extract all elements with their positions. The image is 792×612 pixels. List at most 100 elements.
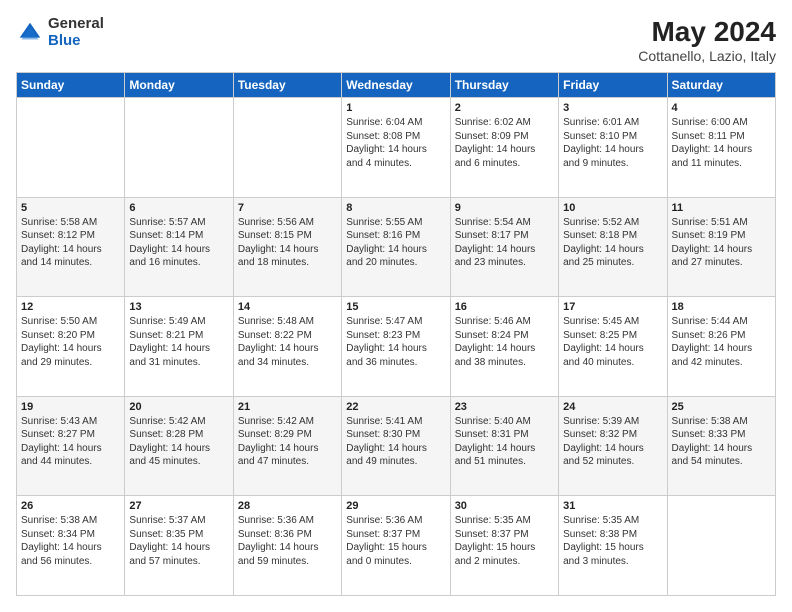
day-info: Sunrise: 5:58 AM Sunset: 8:12 PM Dayligh… [21,216,120,270]
day-info: Sunrise: 5:35 AM Sunset: 8:37 PM Dayligh… [455,514,554,568]
col-monday: Monday [125,73,233,98]
table-row: 10 Sunrise: 5:52 AM Sunset: 8:18 PM Dayli… [559,197,667,297]
day-number: 14 [238,301,337,313]
calendar-week-row: 26 Sunrise: 5:38 AM Sunset: 8:34 PM Dayli… [17,496,776,596]
day-number: 16 [455,301,554,313]
day-number: 1 [346,102,445,114]
col-tuesday: Tuesday [233,73,341,98]
table-row: 30 Sunrise: 5:35 AM Sunset: 8:37 PM Dayli… [450,496,558,596]
main-title: May 2024 [638,16,776,48]
day-number: 6 [129,202,228,214]
table-row: 26 Sunrise: 5:38 AM Sunset: 8:34 PM Dayli… [17,496,125,596]
day-number: 11 [672,202,771,214]
table-row: 4 Sunrise: 6:00 AM Sunset: 8:11 PM Daylig… [667,98,775,198]
day-number: 31 [563,500,662,512]
table-row [17,98,125,198]
day-info: Sunrise: 5:39 AM Sunset: 8:32 PM Dayligh… [563,415,662,469]
day-info: Sunrise: 5:43 AM Sunset: 8:27 PM Dayligh… [21,415,120,469]
day-info: Sunrise: 6:04 AM Sunset: 8:08 PM Dayligh… [346,116,445,170]
day-number: 29 [346,500,445,512]
day-info: Sunrise: 5:50 AM Sunset: 8:20 PM Dayligh… [21,315,120,369]
day-number: 27 [129,500,228,512]
table-row [125,98,233,198]
table-row: 20Sunrise: 5:42 AM Sunset: 8:28 PM Dayli… [125,396,233,496]
calendar-week-row: 1 Sunrise: 6:04 AM Sunset: 8:08 PM Daylig… [17,98,776,198]
table-row: 18Sunrise: 5:44 AM Sunset: 8:26 PM Dayli… [667,297,775,397]
col-saturday: Saturday [667,73,775,98]
table-row: 11 Sunrise: 5:51 AM Sunset: 8:19 PM Dayli… [667,197,775,297]
day-number: 25 [672,401,771,413]
day-info: Sunrise: 5:40 AM Sunset: 8:31 PM Dayligh… [455,415,554,469]
table-row [667,496,775,596]
day-number: 3 [563,102,662,114]
table-row: 3 Sunrise: 6:01 AM Sunset: 8:10 PM Daylig… [559,98,667,198]
table-row: 2 Sunrise: 6:02 AM Sunset: 8:09 PM Daylig… [450,98,558,198]
table-row: 27 Sunrise: 5:37 AM Sunset: 8:35 PM Dayli… [125,496,233,596]
col-friday: Friday [559,73,667,98]
table-row: 15 Sunrise: 5:47 AM Sunset: 8:23 PM Dayli… [342,297,450,397]
day-info: Sunrise: 5:45 AM Sunset: 8:25 PM Dayligh… [563,315,662,369]
day-info: Sunrise: 5:38 AM Sunset: 8:34 PM Dayligh… [21,514,120,568]
day-info: Sunrise: 6:02 AM Sunset: 8:09 PM Dayligh… [455,116,554,170]
day-info: Sunrise: 5:47 AM Sunset: 8:23 PM Dayligh… [346,315,445,369]
day-info: Sunrise: 5:51 AM Sunset: 8:19 PM Dayligh… [672,216,771,270]
col-sunday: Sunday [17,73,125,98]
day-info: Sunrise: 5:56 AM Sunset: 8:15 PM Dayligh… [238,216,337,270]
table-row: 5 Sunrise: 5:58 AM Sunset: 8:12 PM Daylig… [17,197,125,297]
calendar-week-row: 12 Sunrise: 5:50 AM Sunset: 8:20 PM Dayli… [17,297,776,397]
day-number: 30 [455,500,554,512]
day-info: Sunrise: 5:49 AM Sunset: 8:21 PM Dayligh… [129,315,228,369]
day-number: 20 [129,401,228,413]
day-info: Sunrise: 6:00 AM Sunset: 8:11 PM Dayligh… [672,116,771,170]
table-row: 1 Sunrise: 6:04 AM Sunset: 8:08 PM Daylig… [342,98,450,198]
day-number: 23 [455,401,554,413]
table-row: 14 Sunrise: 5:48 AM Sunset: 8:22 PM Dayli… [233,297,341,397]
page: General Blue May 2024 Cottanello, Lazio,… [0,0,792,612]
subtitle: Cottanello, Lazio, Italy [638,48,776,64]
day-info: Sunrise: 5:44 AM Sunset: 8:26 PM Dayligh… [672,315,771,369]
day-info: Sunrise: 5:37 AM Sunset: 8:35 PM Dayligh… [129,514,228,568]
day-number: 26 [21,500,120,512]
day-number: 17 [563,301,662,313]
table-row: 6 Sunrise: 5:57 AM Sunset: 8:14 PM Daylig… [125,197,233,297]
logo-icon [16,19,44,47]
day-number: 19 [21,401,120,413]
day-info: Sunrise: 5:46 AM Sunset: 8:24 PM Dayligh… [455,315,554,369]
title-block: May 2024 Cottanello, Lazio, Italy [638,16,776,64]
table-row: 9Sunrise: 5:54 AM Sunset: 8:17 PM Daylig… [450,197,558,297]
day-number: 12 [21,301,120,313]
day-number: 15 [346,301,445,313]
day-info: Sunrise: 5:41 AM Sunset: 8:30 PM Dayligh… [346,415,445,469]
day-number: 7 [238,202,337,214]
table-row: 23 Sunrise: 5:40 AM Sunset: 8:31 PM Dayli… [450,396,558,496]
table-row: 16 Sunrise: 5:46 AM Sunset: 8:24 PM Dayli… [450,297,558,397]
day-info: Sunrise: 5:55 AM Sunset: 8:16 PM Dayligh… [346,216,445,270]
day-number: 4 [672,102,771,114]
table-row: 22 Sunrise: 5:41 AM Sunset: 8:30 PM Dayli… [342,396,450,496]
day-number: 13 [129,301,228,313]
day-info: Sunrise: 5:57 AM Sunset: 8:14 PM Dayligh… [129,216,228,270]
table-row: 24 Sunrise: 5:39 AM Sunset: 8:32 PM Dayli… [559,396,667,496]
day-info: Sunrise: 5:52 AM Sunset: 8:18 PM Dayligh… [563,216,662,270]
day-info: Sunrise: 5:42 AM Sunset: 8:29 PM Dayligh… [238,415,337,469]
day-info: Sunrise: 6:01 AM Sunset: 8:10 PM Dayligh… [563,116,662,170]
table-row: 21Sunrise: 5:42 AM Sunset: 8:29 PM Dayli… [233,396,341,496]
day-number: 22 [346,401,445,413]
day-number: 24 [563,401,662,413]
day-info: Sunrise: 5:48 AM Sunset: 8:22 PM Dayligh… [238,315,337,369]
table-row: 25 Sunrise: 5:38 AM Sunset: 8:33 PM Dayli… [667,396,775,496]
day-info: Sunrise: 5:38 AM Sunset: 8:33 PM Dayligh… [672,415,771,469]
day-number: 10 [563,202,662,214]
table-row: 28Sunrise: 5:36 AM Sunset: 8:36 PM Dayli… [233,496,341,596]
calendar-header-row: Sunday Monday Tuesday Wednesday Thursday… [17,73,776,98]
day-number: 2 [455,102,554,114]
col-thursday: Thursday [450,73,558,98]
logo: General Blue [16,16,104,49]
day-number: 9 [455,202,554,214]
day-info: Sunrise: 5:36 AM Sunset: 8:36 PM Dayligh… [238,514,337,568]
logo-text: General Blue [48,16,104,49]
table-row: 17 Sunrise: 5:45 AM Sunset: 8:25 PM Dayli… [559,297,667,397]
table-row: 13 Sunrise: 5:49 AM Sunset: 8:21 PM Dayli… [125,297,233,397]
day-number: 5 [21,202,120,214]
table-row: 7 Sunrise: 5:56 AM Sunset: 8:15 PM Daylig… [233,197,341,297]
